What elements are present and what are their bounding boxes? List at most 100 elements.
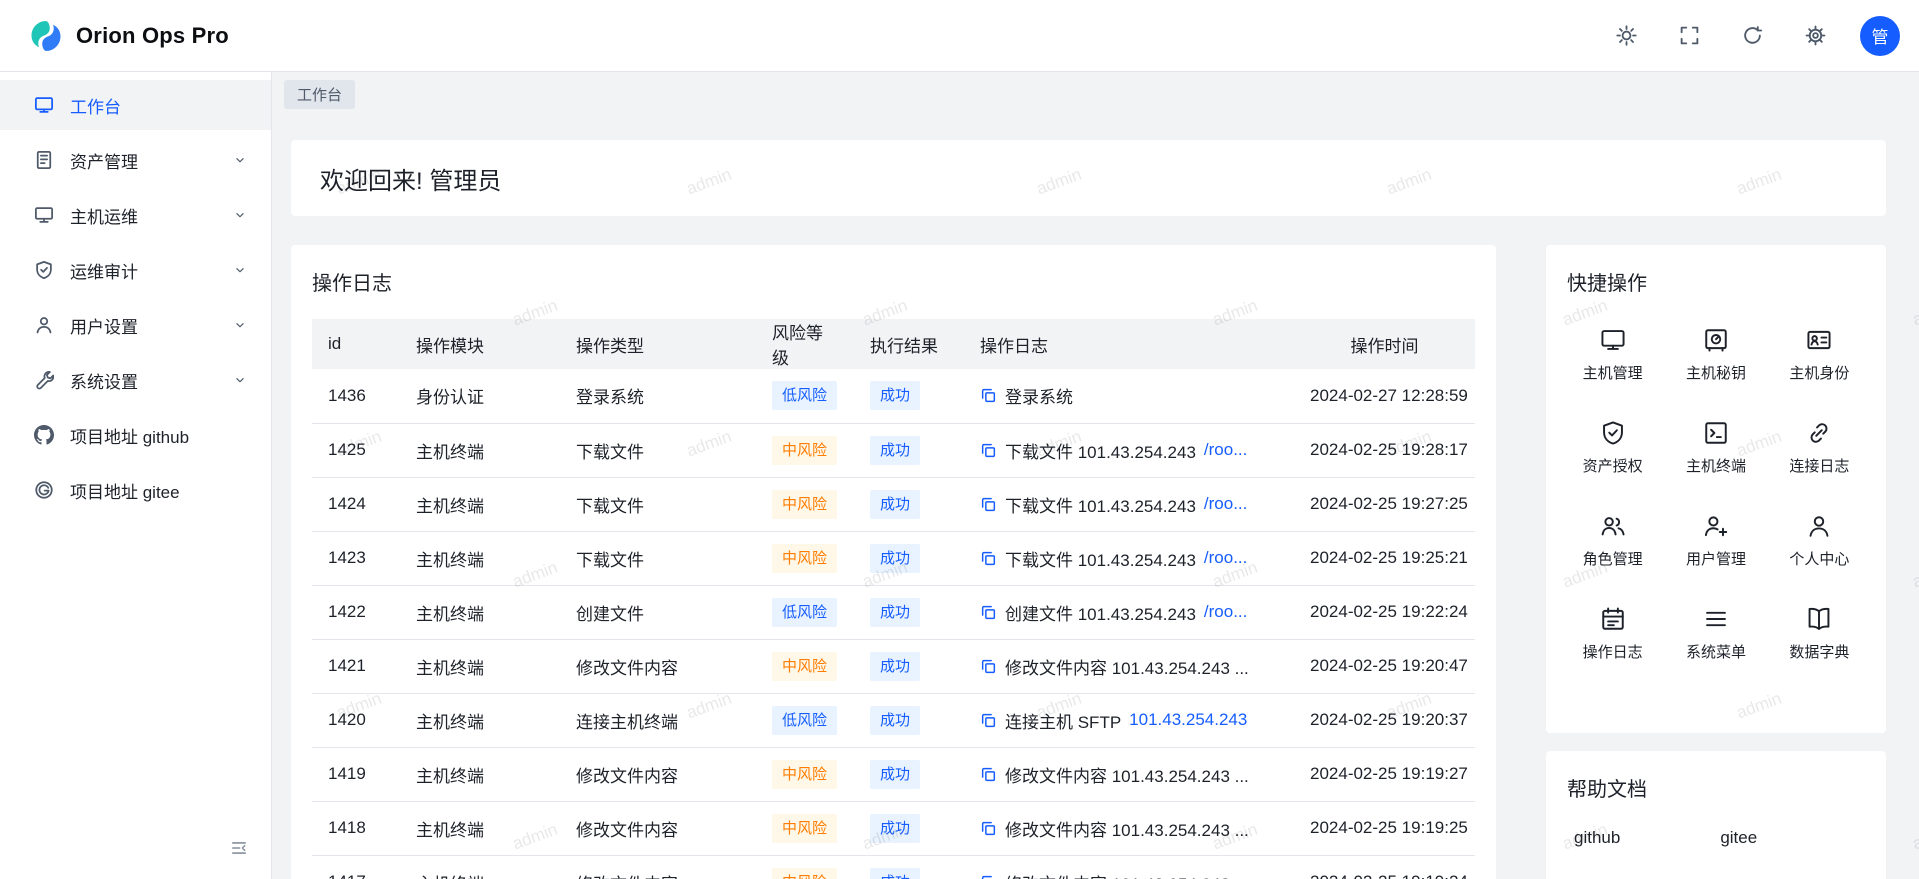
copy-icon[interactable] — [980, 387, 997, 404]
copy-icon[interactable] — [980, 766, 997, 783]
risk-badge: 中风险 — [772, 652, 837, 681]
cell-result: 成功 — [854, 747, 964, 801]
tabbar: 工作台 — [272, 72, 1919, 109]
quick-action-user-manage[interactable]: 用户管理 — [1664, 494, 1767, 587]
asset-icon — [34, 150, 54, 170]
copy-icon[interactable] — [980, 496, 997, 513]
risk-badge: 中风险 — [772, 490, 837, 519]
sidebar-item-label: 工作台 — [70, 93, 121, 118]
quick-action-host-key[interactable]: 主机秘钥 — [1664, 308, 1767, 401]
copy-icon[interactable] — [980, 550, 997, 567]
header-actions: 管 — [1608, 16, 1919, 56]
quick-action-role-manage[interactable]: 角色管理 — [1561, 494, 1664, 587]
cell-type: 修改文件内容 — [560, 747, 756, 801]
quick-action-operation-log[interactable]: 操作日志 — [1561, 587, 1664, 680]
cell-log: 修改文件内容 101.43.254.243 ... — [964, 639, 1294, 693]
cell-result: 成功 — [854, 801, 964, 855]
table-row: 1422 主机终端 创建文件 低风险 成功 — [312, 585, 1475, 639]
key-safe-icon — [1703, 327, 1729, 353]
shield-icon — [1600, 420, 1626, 446]
app-header: Orion Ops Pro 管 — [0, 0, 1919, 72]
menu-icon — [1703, 606, 1729, 632]
result-badge: 成功 — [870, 381, 920, 410]
risk-badge: 中风险 — [772, 760, 837, 789]
sidebar-item-label: 项目地址 gitee — [70, 478, 180, 503]
theme-toggle-button[interactable] — [1608, 18, 1644, 54]
link-icon — [1806, 420, 1832, 446]
copy-icon[interactable] — [980, 442, 997, 459]
cell-log: 修改文件内容 101.43.254.243 ... — [964, 801, 1294, 855]
result-badge: 成功 — [870, 868, 920, 879]
sidebar-item-label: 主机运维 — [70, 203, 138, 228]
cell-time: 2024-02-25 19:27:25 — [1294, 477, 1475, 531]
quick-action-system-menu[interactable]: 系统菜单 — [1664, 587, 1767, 680]
result-badge: 成功 — [870, 598, 920, 627]
cell-risk: 低风险 — [756, 369, 854, 423]
cell-module: 主机终端 — [400, 693, 560, 747]
settings-button[interactable] — [1797, 18, 1833, 54]
sidebar-item-audit[interactable]: 运维审计 — [0, 245, 271, 295]
copy-icon[interactable] — [980, 604, 997, 621]
sidebar-item-github[interactable]: 项目地址 github — [0, 410, 271, 460]
quick-action-asset-auth[interactable]: 资产授权 — [1561, 401, 1664, 494]
cell-result: 成功 — [854, 531, 964, 585]
host-ops-icon — [34, 205, 54, 225]
desktop-icon — [1600, 327, 1626, 353]
refresh-button[interactable] — [1734, 18, 1770, 54]
workbench-icon — [34, 95, 54, 115]
cell-log: 下载文件 101.43.254.243 /roo... — [964, 423, 1294, 477]
risk-badge: 中风险 — [772, 868, 837, 879]
table-row: 1418 主机终端 修改文件内容 中风险 成功 — [312, 801, 1475, 855]
column-header-id: id — [312, 319, 400, 369]
sidebar-item-system-settings[interactable]: 系统设置 — [0, 355, 271, 405]
cell-type: 登录系统 — [560, 369, 756, 423]
quick-action-data-dict[interactable]: 数据字典 — [1768, 587, 1871, 680]
result-badge: 成功 — [870, 814, 920, 843]
gear-icon — [1805, 25, 1826, 46]
result-badge: 成功 — [870, 652, 920, 681]
fullscreen-button[interactable] — [1671, 18, 1707, 54]
sidebar-item-user-settings[interactable]: 用户设置 — [0, 300, 271, 350]
collapse-sidebar-button[interactable] — [230, 839, 252, 861]
user-group-icon — [1600, 513, 1626, 539]
cell-type: 修改文件内容 — [560, 639, 756, 693]
log-detail-link[interactable]: /roo... — [1204, 548, 1247, 568]
operation-log-card: 操作日志 id 操作模块 操作类型 风险等级 执行结果 操作日志 操作时间 — [291, 245, 1496, 879]
result-badge: 成功 — [870, 760, 920, 789]
result-badge: 成功 — [870, 490, 920, 519]
sidebar-item-assets[interactable]: 资产管理 — [0, 135, 271, 185]
quick-action-personal-center[interactable]: 个人中心 — [1768, 494, 1871, 587]
cell-id: 1418 — [312, 801, 400, 855]
sidebar-item-workbench[interactable]: 工作台 — [0, 80, 271, 130]
cell-type: 下载文件 — [560, 423, 756, 477]
github-link[interactable]: github — [1574, 828, 1620, 848]
gitee-link[interactable]: gitee — [1720, 828, 1757, 848]
log-detail-text: 下载文件 101.43.254.243 — [1005, 492, 1196, 517]
copy-icon[interactable] — [980, 820, 997, 837]
copy-icon[interactable] — [980, 874, 997, 879]
sidebar-item-gitee[interactable]: 项目地址 gitee — [0, 465, 271, 515]
quick-action-host-terminal[interactable]: 主机终端 — [1664, 401, 1767, 494]
menu-fold-icon — [230, 839, 248, 857]
log-detail-text: 下载文件 101.43.254.243 — [1005, 546, 1196, 571]
log-detail-text: 连接主机 SFTP — [1005, 708, 1121, 733]
quick-action-host-manage[interactable]: 主机管理 — [1561, 308, 1664, 401]
quick-action-connect-log[interactable]: 连接日志 — [1768, 401, 1871, 494]
cell-id: 1417 — [312, 855, 400, 879]
log-detail-link[interactable]: /roo... — [1204, 494, 1247, 514]
tab-workbench[interactable]: 工作台 — [284, 80, 355, 109]
user-settings-icon — [34, 315, 54, 335]
sidebar-item-host-ops[interactable]: 主机运维 — [0, 190, 271, 240]
table-row: 1419 主机终端 修改文件内容 中风险 成功 — [312, 747, 1475, 801]
user-avatar[interactable]: 管 — [1860, 16, 1900, 56]
log-detail-link[interactable]: /roo... — [1204, 440, 1247, 460]
quick-action-host-identity[interactable]: 主机身份 — [1768, 308, 1871, 401]
help-docs-title: 帮助文档 — [1546, 751, 1886, 802]
result-badge: 成功 — [870, 706, 920, 735]
log-detail-link[interactable]: /roo... — [1204, 602, 1247, 622]
quick-actions-title: 快捷操作 — [1546, 245, 1886, 296]
log-detail-link[interactable]: 101.43.254.243 — [1129, 710, 1247, 730]
copy-icon[interactable] — [980, 658, 997, 675]
welcome-message: 欢迎回来! 管理员 — [320, 161, 501, 196]
copy-icon[interactable] — [980, 712, 997, 729]
